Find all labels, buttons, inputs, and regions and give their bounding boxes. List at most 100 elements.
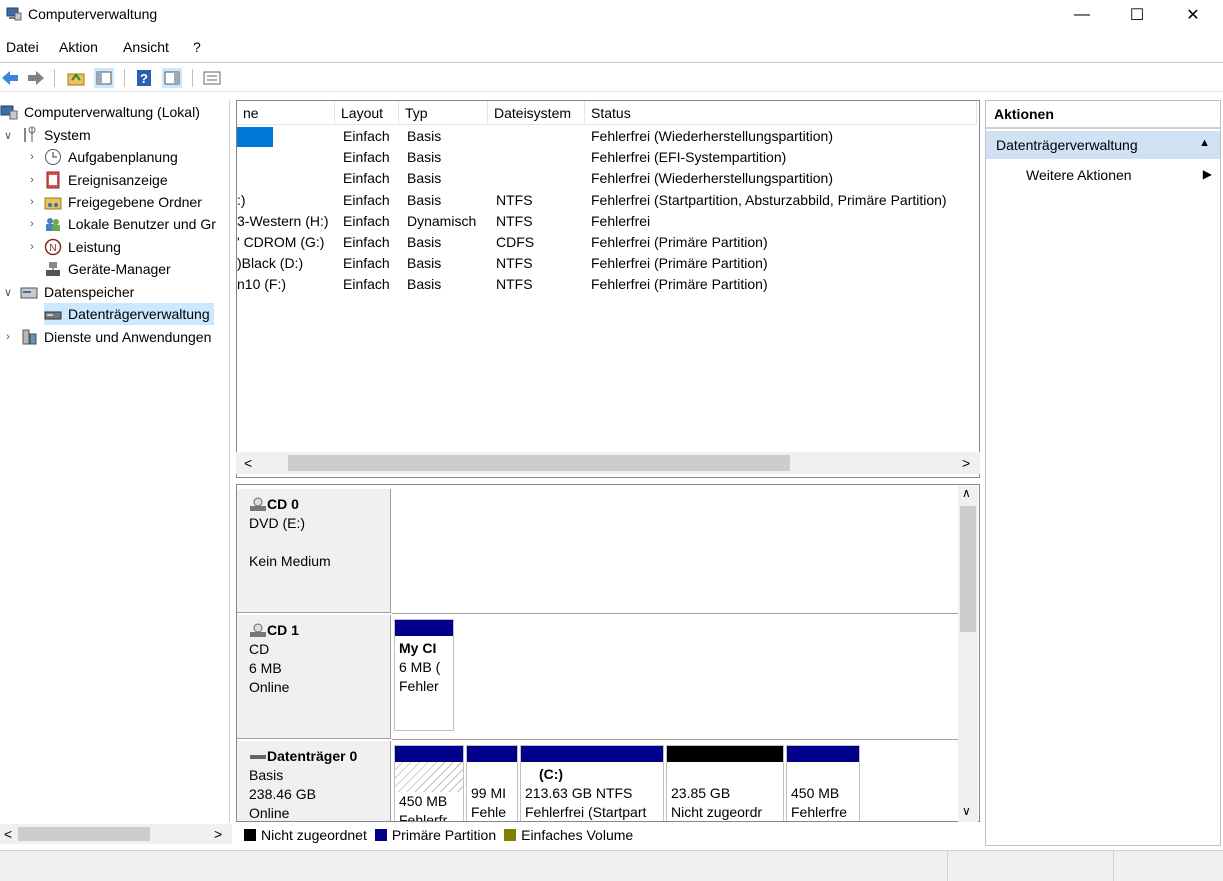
- back-arrow-icon[interactable]: [0, 68, 20, 88]
- selection-highlight: [237, 127, 273, 147]
- computer-management-icon: [0, 105, 18, 120]
- toolbar-separator: [54, 69, 55, 87]
- partition-recovery-2[interactable]: 450 MB Fehlerfre: [786, 745, 860, 821]
- chevron-right-icon[interactable]: ›: [26, 151, 38, 163]
- volume-list: ne Layout Typ Dateisystem Status Einfach…: [236, 100, 980, 478]
- partition-efi[interactable]: 99 MI Fehle: [466, 745, 518, 821]
- column-header-status[interactable]: Status: [585, 101, 977, 125]
- partition-c[interactable]: (C:) 213.63 GB NTFS Fehlerfrei (Startpar…: [520, 745, 664, 821]
- tree-item-datenspeicher[interactable]: ∨ Datenspeicher: [2, 281, 134, 303]
- cell-dateisystem: NTFS: [496, 255, 533, 272]
- tree-item-geraete-manager[interactable]: Geräte-Manager: [44, 258, 171, 280]
- cell-layout: Einfach: [343, 255, 390, 272]
- chevron-right-icon[interactable]: ›: [26, 241, 38, 253]
- chevron-down-icon[interactable]: ∨: [2, 129, 14, 142]
- disk-type: CD: [249, 641, 270, 657]
- disk-vertical-scrollbar[interactable]: ∧ ∨: [958, 486, 978, 822]
- tree-item-system[interactable]: ∨ System: [2, 124, 91, 146]
- partition-status: Fehlerfr: [399, 812, 448, 822]
- forward-arrow-icon[interactable]: [26, 68, 46, 88]
- table-row[interactable]: Einfach Basis Fehlerfrei (Wiederherstellun…: [237, 169, 977, 190]
- table-row[interactable]: n10 (F:) Einfach Basis NTFS Fehlerfrei (Prim…: [237, 275, 977, 296]
- scrollbar-thumb[interactable]: [960, 506, 976, 632]
- chevron-right-icon[interactable]: ›: [26, 196, 38, 208]
- menu-aktion[interactable]: Aktion: [59, 39, 98, 55]
- show-hide-tree-icon[interactable]: [94, 68, 114, 88]
- scroll-right-icon[interactable]: >: [962, 455, 970, 471]
- tree-item-ereignisanzeige[interactable]: › Ereignisanzeige: [26, 169, 168, 191]
- collapse-up-icon[interactable]: ▲: [1199, 137, 1210, 149]
- minimize-button[interactable]: —: [1059, 0, 1105, 30]
- table-row[interactable]: :) Einfach Basis NTFS Fehlerfrei (Startparti…: [237, 191, 977, 212]
- table-row[interactable]: Einfach Basis Fehlerfrei (EFI-Systempartit…: [237, 148, 977, 169]
- actions-pane: Aktionen Datenträgerverwaltung ▲ Weitere…: [985, 100, 1221, 846]
- cell-status: Fehlerfrei (Wiederherstellungspartition): [591, 170, 833, 187]
- partition-recovery[interactable]: 450 MB Fehlerfr: [394, 745, 464, 822]
- table-row[interactable]: Einfach Basis Fehlerfrei (Wiederherstellun…: [237, 127, 977, 148]
- tree-item-dienste[interactable]: › Dienste und Anwendungen: [2, 326, 211, 348]
- disk-name: Datenträger 0: [267, 748, 358, 764]
- up-folder-icon[interactable]: [66, 68, 86, 88]
- scrollbar-thumb[interactable]: [18, 827, 150, 841]
- column-header-layout[interactable]: Layout: [335, 101, 399, 125]
- submenu-arrow-icon: ▶: [1202, 167, 1212, 181]
- tree-item-aufgabenplanung[interactable]: › Aufgabenplanung: [26, 146, 178, 168]
- chevron-right-icon[interactable]: ›: [26, 218, 38, 230]
- menu-help[interactable]: ?: [193, 39, 201, 55]
- chevron-down-icon[interactable]: ∨: [2, 286, 14, 299]
- tree-item-root[interactable]: Computerverwaltung (Lokal): [0, 101, 200, 123]
- table-row[interactable]: 3-Western (H:) Einfach Dynamisch NTFS Fehler…: [237, 212, 977, 233]
- partition-size: 213.63 GB NTFS: [525, 785, 633, 801]
- close-button[interactable]: ✕: [1170, 0, 1216, 30]
- services-icon: [22, 329, 37, 345]
- cell-dateisystem: NTFS: [496, 276, 533, 293]
- partition-cd1[interactable]: My CI 6 MB ( Fehler: [394, 619, 454, 731]
- menu-ansicht[interactable]: Ansicht: [123, 39, 169, 55]
- legend-label: Nicht zugeordnet: [261, 827, 367, 843]
- tree-item-freigegebene-ordner[interactable]: › Freigegebene Ordner: [26, 191, 202, 213]
- tree-label: Geräte-Manager: [68, 261, 171, 277]
- scroll-down-icon[interactable]: ∨: [962, 804, 971, 818]
- column-header-typ[interactable]: Typ: [399, 101, 488, 125]
- partition-unallocated[interactable]: 23.85 GB Nicht zugeordr: [666, 745, 784, 821]
- cell-layout: Einfach: [343, 276, 390, 293]
- disk-label-cd1[interactable]: CD 1 CD 6 MB Online: [237, 615, 391, 739]
- cell-status: Fehlerfrei (Startpartition, Absturzabbil…: [591, 191, 947, 208]
- list-horizontal-scrollbar[interactable]: < >: [236, 452, 980, 474]
- column-header-dateisystem[interactable]: Dateisystem: [488, 101, 585, 125]
- cell-status: Fehlerfrei (Wiederherstellungspartition): [591, 128, 833, 144]
- disk-label-cd0[interactable]: CD 0 DVD (E:) Kein Medium: [237, 489, 391, 613]
- help-icon[interactable]: ?: [134, 68, 154, 88]
- disk-graphical-view: CD 0 DVD (E:) Kein Medium CD 1 CD 6 MB O…: [236, 484, 980, 822]
- properties-icon[interactable]: [202, 68, 222, 88]
- chevron-right-icon[interactable]: ›: [26, 174, 38, 186]
- scroll-left-icon[interactable]: <: [4, 826, 12, 842]
- partition-color-bar: [521, 746, 663, 762]
- actions-section-header[interactable]: Datenträgerverwaltung ▲: [986, 131, 1220, 159]
- cell-layout: Einfach: [343, 234, 390, 250]
- table-row[interactable]: )Black (D:) Einfach Basis NTFS Fehlerfrei (P…: [237, 254, 977, 275]
- cell-layout: Einfach: [343, 149, 390, 166]
- tree-item-datentraegerverwaltung[interactable]: Datenträgerverwaltung: [44, 303, 214, 325]
- disk-area-disk0: 450 MB Fehlerfr 99 MI Fehle (C:) 213.63 …: [392, 741, 960, 822]
- menu-datei[interactable]: Datei: [6, 39, 39, 55]
- partition-color-bar: [667, 746, 783, 762]
- scroll-left-icon[interactable]: <: [244, 455, 252, 471]
- scroll-up-icon[interactable]: ∧: [962, 486, 971, 500]
- tree-item-lokale-benutzer[interactable]: › Lokale Benutzer und Gr: [26, 213, 216, 235]
- tree-item-leistung[interactable]: › N Leistung: [26, 236, 121, 258]
- scroll-right-icon[interactable]: >: [214, 826, 222, 842]
- maximize-button[interactable]: ☐: [1114, 0, 1160, 30]
- column-header-name[interactable]: ne: [237, 101, 335, 125]
- more-actions-link[interactable]: Weitere Aktionen ▶: [1026, 167, 1212, 183]
- tree-horizontal-scrollbar[interactable]: < >: [0, 824, 232, 844]
- disk-label-disk0[interactable]: Datenträger 0 Basis 238.46 GB Online: [237, 741, 391, 821]
- tools-icon: [24, 126, 36, 142]
- scrollbar-thumb[interactable]: [288, 455, 790, 471]
- cell-name: n10 (F:): [237, 276, 287, 293]
- event-viewer-icon: [46, 171, 60, 189]
- tree-label: Lokale Benutzer und Gr: [68, 216, 216, 232]
- table-row[interactable]: ' CDROM (G:) Einfach Basis CDFS Fehlerfrei (…: [237, 233, 977, 254]
- chevron-right-icon[interactable]: ›: [2, 331, 14, 343]
- show-action-pane-icon[interactable]: [162, 68, 182, 88]
